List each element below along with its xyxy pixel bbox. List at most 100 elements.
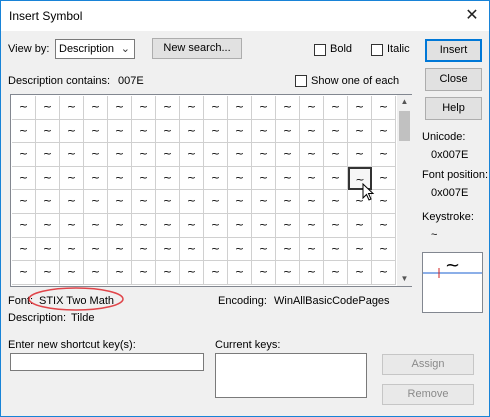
symbol-cell[interactable]: ~ bbox=[60, 96, 84, 120]
symbol-cell[interactable]: ~ bbox=[228, 96, 252, 120]
symbol-cell[interactable]: ~ bbox=[84, 119, 108, 144]
symbol-cell[interactable]: ~ bbox=[60, 261, 84, 285]
symbol-cell[interactable]: ~ bbox=[132, 166, 156, 191]
symbol-cell[interactable]: ~ bbox=[156, 237, 180, 262]
symbol-cell[interactable]: ~ bbox=[204, 261, 228, 285]
symbol-cell[interactable]: ~ bbox=[180, 190, 204, 214]
symbol-cell[interactable]: ~ bbox=[108, 237, 132, 262]
symbol-cell[interactable]: ~ bbox=[12, 96, 36, 120]
symbol-cell[interactable]: ~ bbox=[12, 190, 36, 214]
symbol-cell[interactable]: ~ bbox=[324, 261, 348, 285]
symbol-grid[interactable]: ~ ~ ~ ~ ~ ~ ~ ~ ~ ~ ~ ~ ~ ~ ~ ~ ~ ~ ~ ~ ~ ~ ~ ~ ~ ~ ~ ~ ~ ~ ~ ~ ~ ~ ~ ~ ~ ~ ~ ~… bbox=[12, 96, 396, 285]
symbol-cell[interactable]: ~ bbox=[252, 166, 276, 191]
symbol-cell[interactable]: ~ bbox=[36, 119, 60, 144]
scroll-up-icon[interactable]: ▲ bbox=[397, 95, 412, 109]
symbol-cell[interactable]: ~ bbox=[60, 237, 84, 262]
symbol-cell[interactable]: ~ bbox=[348, 143, 372, 167]
symbol-cell[interactable]: ~ bbox=[180, 119, 204, 144]
symbol-cell[interactable]: ~ bbox=[12, 119, 36, 144]
symbol-cell[interactable]: ~ bbox=[372, 237, 396, 262]
view-by-select[interactable]: Description ⌄ bbox=[55, 39, 135, 59]
symbol-cell[interactable]: ~ bbox=[300, 119, 324, 144]
show-one-checkbox[interactable] bbox=[295, 75, 307, 87]
symbol-cell[interactable]: ~ bbox=[300, 261, 324, 285]
symbol-cell[interactable]: ~ bbox=[12, 143, 36, 167]
symbol-cell[interactable]: ~ bbox=[324, 213, 348, 238]
symbol-cell[interactable]: ~ bbox=[84, 237, 108, 262]
symbol-cell[interactable]: ~ bbox=[228, 261, 252, 285]
symbol-cell[interactable]: ~ bbox=[372, 96, 396, 120]
symbol-cell[interactable]: ~ bbox=[84, 213, 108, 238]
bold-checkbox[interactable] bbox=[314, 44, 326, 56]
symbol-cell[interactable]: ~ bbox=[252, 96, 276, 120]
remove-button[interactable]: Remove bbox=[382, 384, 474, 405]
symbol-cell[interactable]: ~ bbox=[60, 143, 84, 167]
symbol-cell[interactable]: ~ bbox=[252, 213, 276, 238]
symbol-cell[interactable]: ~ bbox=[108, 261, 132, 285]
symbol-cell[interactable]: ~ bbox=[36, 190, 60, 214]
symbol-cell[interactable]: ~ bbox=[132, 213, 156, 238]
symbol-cell[interactable]: ~ bbox=[108, 213, 132, 238]
symbol-cell[interactable]: ~ bbox=[180, 166, 204, 191]
symbol-cell[interactable]: ~ bbox=[132, 237, 156, 262]
symbol-cell[interactable]: ~ bbox=[12, 237, 36, 262]
symbol-cell[interactable]: ~ bbox=[108, 96, 132, 120]
symbol-cell[interactable]: ~ bbox=[36, 143, 60, 167]
symbol-cell[interactable]: ~ bbox=[324, 190, 348, 214]
assign-button[interactable]: Assign bbox=[382, 354, 474, 375]
symbol-cell[interactable]: ~ bbox=[108, 190, 132, 214]
symbol-cell[interactable]: ~ bbox=[252, 143, 276, 167]
symbol-cell[interactable]: ~ bbox=[300, 143, 324, 167]
symbol-cell[interactable]: ~ bbox=[36, 166, 60, 191]
symbol-cell[interactable]: ~ bbox=[276, 190, 300, 214]
symbol-cell[interactable]: ~ bbox=[204, 237, 228, 262]
symbol-cell[interactable]: ~ bbox=[348, 213, 372, 238]
symbol-cell[interactable]: ~ bbox=[300, 237, 324, 262]
symbol-cell[interactable]: ~ bbox=[228, 119, 252, 144]
symbol-cell[interactable]: ~ bbox=[276, 261, 300, 285]
symbol-cell[interactable]: ~ bbox=[180, 261, 204, 285]
symbol-cell[interactable]: ~ bbox=[252, 119, 276, 144]
symbol-cell[interactable]: ~ bbox=[36, 96, 60, 120]
symbol-cell[interactable]: ~ bbox=[180, 237, 204, 262]
symbol-cell[interactable]: ~ bbox=[36, 213, 60, 238]
italic-checkbox[interactable] bbox=[371, 44, 383, 56]
symbol-cell[interactable]: ~ bbox=[60, 166, 84, 191]
symbol-cell[interactable]: ~ bbox=[372, 261, 396, 285]
symbol-cell[interactable]: ~ bbox=[156, 166, 180, 191]
symbol-cell[interactable]: ~ bbox=[228, 166, 252, 191]
symbol-cell[interactable]: ~ bbox=[324, 143, 348, 167]
symbol-cell[interactable]: ~ bbox=[204, 166, 228, 191]
symbol-cell[interactable]: ~ bbox=[12, 166, 36, 191]
symbol-cell[interactable]: ~ bbox=[324, 166, 348, 191]
symbol-cell[interactable]: ~ bbox=[372, 143, 396, 167]
symbol-cell[interactable]: ~ bbox=[156, 96, 180, 120]
help-button[interactable]: Help bbox=[425, 97, 482, 120]
symbol-cell[interactable]: ~ bbox=[228, 213, 252, 238]
symbol-cell[interactable]: ~ bbox=[108, 143, 132, 167]
symbol-cell[interactable]: ~ bbox=[132, 143, 156, 167]
symbol-cell[interactable]: ~ bbox=[324, 237, 348, 262]
symbol-cell[interactable]: ~ bbox=[108, 119, 132, 144]
symbol-cell[interactable]: ~ bbox=[84, 190, 108, 214]
symbol-cell[interactable]: ~ bbox=[84, 143, 108, 167]
close-button[interactable]: Close bbox=[425, 68, 482, 91]
symbol-cell[interactable]: ~ bbox=[228, 190, 252, 214]
symbol-cell[interactable]: ~ bbox=[60, 190, 84, 214]
symbol-cell[interactable]: ~ bbox=[108, 166, 132, 191]
symbol-cell[interactable]: ~ bbox=[12, 213, 36, 238]
symbol-cell[interactable]: ~ bbox=[180, 213, 204, 238]
symbol-cell[interactable]: ~ bbox=[276, 119, 300, 144]
symbol-cell[interactable]: ~ bbox=[204, 213, 228, 238]
symbol-cell[interactable]: ~ bbox=[132, 261, 156, 285]
symbol-cell[interactable]: ~ bbox=[36, 261, 60, 285]
symbol-cell[interactable]: ~ bbox=[132, 190, 156, 214]
symbol-cell[interactable]: ~ bbox=[252, 261, 276, 285]
symbol-cell[interactable]: ~ bbox=[324, 96, 348, 120]
symbol-cell[interactable]: ~ bbox=[300, 190, 324, 214]
symbol-cell[interactable]: ~ bbox=[84, 166, 108, 191]
grid-scrollbar[interactable]: ▲ ▼ bbox=[397, 95, 412, 286]
symbol-cell[interactable]: ~ bbox=[276, 213, 300, 238]
symbol-cell[interactable]: ~ bbox=[252, 190, 276, 214]
symbol-cell[interactable]: ~ bbox=[276, 237, 300, 262]
